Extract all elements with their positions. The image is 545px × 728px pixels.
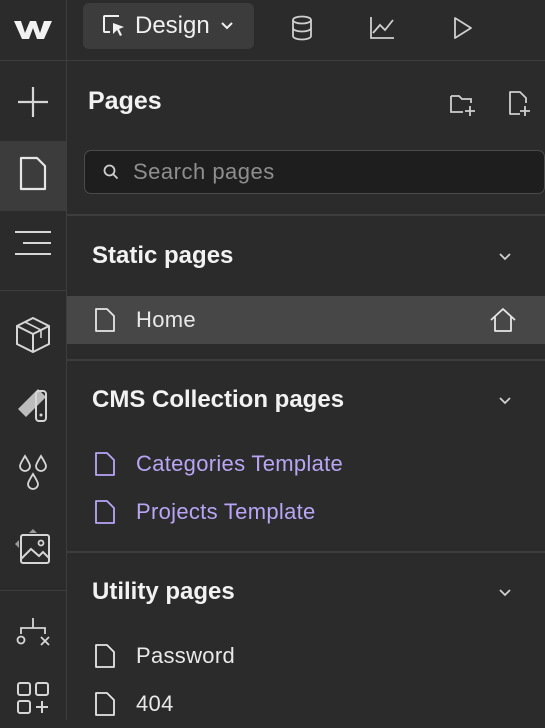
rail-style-selectors[interactable] xyxy=(0,379,66,435)
chevron-down-icon[interactable] xyxy=(495,247,515,267)
play-preview-icon[interactable] xyxy=(446,12,478,44)
search-input[interactable] xyxy=(131,158,515,186)
home-icon xyxy=(488,307,518,333)
rail-apps[interactable] xyxy=(0,675,66,725)
paint-brush-icon xyxy=(16,387,50,428)
left-rail xyxy=(0,61,67,720)
page-icon xyxy=(18,156,48,197)
rail-pages[interactable] xyxy=(0,141,66,211)
page-row-projects-template[interactable]: Projects Template xyxy=(67,488,545,536)
rail-navigator[interactable] xyxy=(0,217,66,273)
search-icon xyxy=(103,164,119,180)
page-label: Projects Template xyxy=(136,499,316,524)
page-icon xyxy=(94,691,116,717)
design-mode-label: Design xyxy=(135,12,210,39)
section-divider xyxy=(67,214,545,216)
section-title-static: Static pages xyxy=(92,242,234,269)
page-row-home[interactable]: Home xyxy=(67,296,545,344)
panel-title: Pages xyxy=(88,87,162,115)
section-title-cms: CMS Collection pages xyxy=(92,386,345,413)
page-icon xyxy=(94,307,116,333)
database-icon[interactable] xyxy=(286,12,318,44)
flow-branch-icon xyxy=(15,616,51,657)
webflow-logo-icon[interactable] xyxy=(0,0,67,60)
rail-assets[interactable] xyxy=(0,517,66,577)
chevron-down-icon xyxy=(220,21,234,31)
plus-icon xyxy=(16,85,50,124)
new-folder-icon[interactable] xyxy=(449,90,477,118)
droplets-icon xyxy=(16,453,50,497)
section-title-utility: Utility pages xyxy=(92,578,235,605)
navigator-lines-icon xyxy=(13,230,53,261)
page-row-password[interactable]: Password xyxy=(67,632,545,680)
rail-logic[interactable] xyxy=(0,609,66,663)
search-box[interactable] xyxy=(84,150,545,194)
page-row-404[interactable]: 404 xyxy=(67,680,545,728)
section-divider xyxy=(67,359,545,361)
page-icon xyxy=(94,643,116,669)
analytics-chart-icon[interactable] xyxy=(366,12,398,44)
page-label: Password xyxy=(136,643,235,668)
page-row-categories-template[interactable]: Categories Template xyxy=(67,440,545,488)
image-icon xyxy=(13,525,53,570)
new-page-icon[interactable] xyxy=(505,90,533,118)
chevron-down-icon[interactable] xyxy=(495,583,515,603)
rail-divider xyxy=(0,590,66,591)
chevron-down-icon[interactable] xyxy=(495,391,515,411)
cube-icon xyxy=(15,316,51,359)
rail-add-elements[interactable] xyxy=(0,75,66,133)
page-label: Categories Template xyxy=(136,451,344,476)
design-mode-button[interactable]: Design xyxy=(83,3,254,49)
rail-components[interactable] xyxy=(0,309,66,365)
cursor-select-icon xyxy=(101,13,127,39)
page-label: 404 xyxy=(136,691,174,716)
apps-grid-icon xyxy=(16,681,50,720)
rail-variables[interactable] xyxy=(0,447,66,503)
rail-divider xyxy=(0,290,66,291)
section-divider xyxy=(67,551,545,553)
cms-page-icon xyxy=(94,451,116,477)
top-bar: Design xyxy=(0,0,545,61)
cms-page-icon xyxy=(94,499,116,525)
page-label: Home xyxy=(136,307,196,332)
pages-panel: Pages Static pages Home CMS Collection p… xyxy=(67,61,545,720)
